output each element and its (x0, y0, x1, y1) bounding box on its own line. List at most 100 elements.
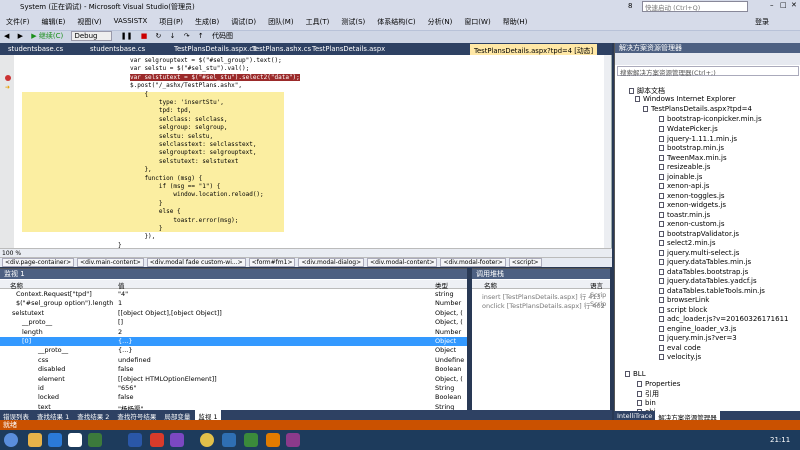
menu-item[interactable]: 项目(P) (159, 17, 183, 27)
solution-tree-item[interactable]: TweenMax.min.js (659, 154, 727, 162)
solution-tree-item[interactable]: toastr.min.js (659, 211, 710, 219)
tab-3[interactable]: TestPlans.ashx.cs (248, 44, 315, 55)
col-type[interactable]: 类型 (435, 280, 448, 290)
bottom-tab[interactable]: 局部变量 (161, 410, 193, 421)
tab-4[interactable]: TestPlansDetails.aspx (308, 44, 389, 55)
menu-item[interactable]: 视图(V) (77, 17, 101, 27)
chrome-icon[interactable] (200, 433, 214, 447)
restart-icon[interactable]: ↻ (156, 32, 162, 40)
table-row[interactable]: insert [TestPlansDetails.aspx] 行 413 Scri… (472, 291, 610, 301)
table-row[interactable]: disabled false Boolean (0, 365, 467, 374)
bottom-tab[interactable]: 查找结果 1 (34, 410, 72, 421)
step-over-icon[interactable]: ↷ (184, 32, 190, 40)
menu-item[interactable]: 生成(B) (195, 17, 219, 27)
table-row[interactable]: id "656" String (0, 384, 467, 393)
menu-item[interactable]: 调试(D) (231, 17, 256, 27)
menu-item[interactable]: 编辑(E) (42, 17, 66, 27)
media-icon[interactable] (68, 433, 82, 447)
solution-tree-item[interactable]: dataTables.tableTools.min.js (659, 287, 765, 295)
word-icon[interactable] (128, 433, 142, 447)
forward-icon[interactable]: ▶ (18, 32, 23, 40)
solution-tab[interactable]: 解决方案资源管理器 (655, 411, 720, 422)
app-icon[interactable] (88, 433, 102, 447)
table-row[interactable]: [0] {...} Object (0, 337, 467, 346)
menu-item[interactable]: 帮助(H) (503, 17, 528, 27)
solution-tree-item[interactable]: engine_loader_v3.js (659, 325, 736, 333)
solution-tree-item[interactable]: resizeable.js (659, 163, 710, 171)
menu-item[interactable]: 测试(S) (341, 17, 365, 27)
bottom-tab[interactable]: 错误列表 (0, 410, 32, 421)
explorer-icon[interactable] (28, 433, 42, 447)
app-icon[interactable] (244, 433, 258, 447)
solution-tree-item[interactable]: velocity.js (659, 353, 701, 361)
menu-item[interactable]: 体系结构(C) (377, 17, 415, 27)
vertical-scrollbar[interactable] (604, 55, 611, 248)
solution-tree-item[interactable]: bootstrapValidator.js (659, 230, 739, 238)
col-name[interactable]: 名称 (10, 280, 23, 290)
solution-tree-item[interactable]: bootstrap.min.js (659, 144, 724, 152)
menu-item[interactable]: 工具(T) (306, 17, 330, 27)
solution-tree-item[interactable]: bin (637, 399, 656, 407)
bottom-tab[interactable]: 查找结果 2 (74, 410, 112, 421)
breadcrumb-item[interactable]: <div.page-container> (2, 258, 75, 267)
ie-icon[interactable] (48, 433, 62, 447)
table-row[interactable]: $("#sel_group option").length 1 Number (0, 299, 467, 308)
solution-tree-item[interactable]: 引用 (637, 389, 659, 399)
app-icon[interactable] (286, 433, 300, 447)
tab-0[interactable]: studentsbase.cs (4, 44, 67, 55)
breadcrumb-item[interactable]: <div.main-content> (77, 258, 144, 267)
col-language[interactable]: 语言 (590, 280, 603, 290)
table-row[interactable]: __proto__ [] Object, ( (0, 318, 467, 327)
solution-tree-item[interactable]: xenon-api.js (659, 182, 709, 190)
breadcrumb-item[interactable]: <div.modal fade custom-wi...> (146, 258, 246, 267)
code-editor[interactable]: ➜ var selgrouptext = $("#sel_group").tex… (0, 55, 612, 248)
solution-tree-item[interactable]: dataTables.bootstrap.js (659, 268, 748, 276)
breadcrumb-item[interactable]: <div.modal-footer> (440, 258, 506, 267)
table-row[interactable]: Context.Request["tpd"] "4" string (0, 290, 467, 299)
table-row[interactable]: __proto__ {...} Object (0, 346, 467, 355)
solution-tree-item[interactable]: jquery-1.11.1.min.js (659, 135, 737, 143)
app-icon[interactable] (266, 433, 280, 447)
solution-tree-item[interactable]: script block (659, 306, 707, 314)
table-row[interactable]: onclick [TestPlansDetails.aspx] 行 402 Scr… (472, 300, 610, 310)
start-button-icon[interactable] (4, 433, 18, 447)
maximize-button[interactable]: □ (780, 1, 787, 9)
tab-1[interactable]: studentsbase.cs (86, 44, 149, 55)
table-row[interactable]: length 2 Number (0, 328, 467, 337)
solution-tree-item[interactable]: xenon-widgets.js (659, 201, 726, 209)
solution-tree-item[interactable]: adc_loader.js?v=20160326171611 (659, 315, 788, 323)
solution-tree-item[interactable]: BLL (625, 370, 646, 378)
menu-item[interactable]: 团队(M) (268, 17, 294, 27)
tab-2[interactable]: TestPlansDetails.aspx.cs (170, 44, 261, 55)
solution-tree-item[interactable]: xenon-toggles.js (659, 192, 725, 200)
col-value[interactable]: 值 (118, 280, 125, 290)
breadcrumb-item[interactable]: <div.modal-content> (367, 258, 438, 267)
menu-item[interactable]: 窗口(W) (464, 17, 490, 27)
solution-tree-item[interactable]: WdatePicker.js (659, 125, 718, 133)
bottom-tab[interactable]: 监视 1 (195, 410, 221, 421)
solution-tree-item[interactable]: select2.min.js (659, 239, 716, 247)
solution-tree-item[interactable]: jquery.min.js?ver=3 (659, 334, 737, 342)
notification-count[interactable]: 8 (628, 2, 632, 10)
quick-launch-input[interactable]: 快速启动 (Ctrl+Q) (642, 1, 748, 12)
solution-tree-item[interactable]: jquery.multi-select.js (659, 249, 739, 257)
solution-tree-item[interactable]: Properties (637, 380, 680, 388)
zoom-level[interactable]: 100 % (0, 250, 21, 257)
app-icon[interactable] (150, 433, 164, 447)
bottom-tab[interactable]: 查找符号结果 (114, 410, 159, 421)
close-button[interactable]: ✕ (791, 1, 797, 9)
step-into-icon[interactable]: ↓ (170, 32, 176, 40)
minimize-button[interactable]: – (770, 1, 774, 9)
pause-icon[interactable]: ❚❚ (121, 32, 133, 40)
step-out-icon[interactable]: ↑ (198, 32, 204, 40)
solution-search-input[interactable]: 搜索解决方案资源管理器(Ctrl+;) (617, 66, 799, 77)
visual-studio-icon[interactable] (170, 433, 184, 447)
breadcrumb-item[interactable]: <script> (508, 258, 542, 267)
menu-item[interactable]: 文件(F) (6, 17, 30, 27)
table-row[interactable]: selstutext [[object Object],[object Objec… (0, 309, 467, 318)
solution-tree-item[interactable]: jquery.dataTables.min.js (659, 258, 751, 266)
solution-tab[interactable]: IntelliTrace (614, 411, 655, 420)
menu-item[interactable]: 分析(N) (428, 17, 453, 27)
col-name[interactable]: 名称 (484, 280, 497, 290)
back-icon[interactable]: ◀ (4, 32, 9, 40)
